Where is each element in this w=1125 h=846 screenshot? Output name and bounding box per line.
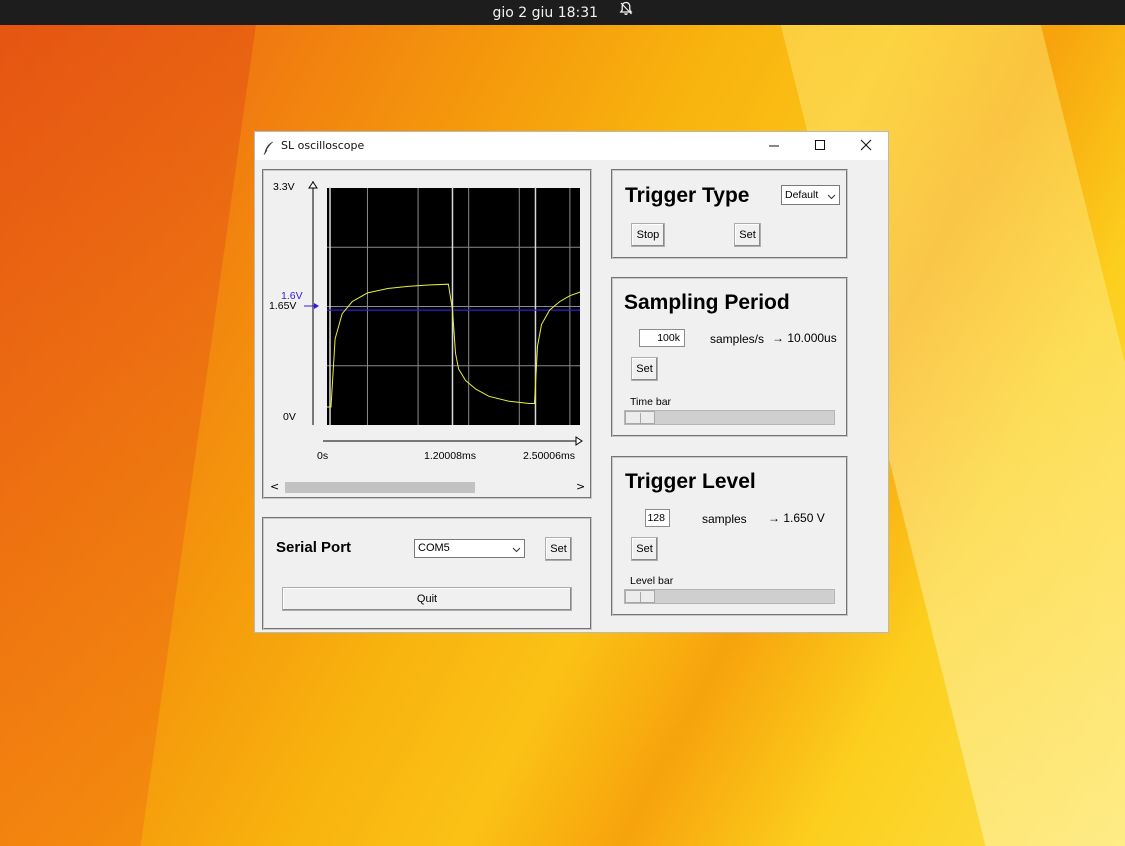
scrollbar-thumb[interactable] [285, 482, 475, 493]
trigger-level-frame: Trigger Level 128 samples → 1.650 V Set … [611, 456, 848, 616]
wallpaper-streak [0, 0, 260, 846]
system-top-bar: gio 2 giu 18:31 [0, 0, 1125, 25]
minimize-button[interactable] [751, 132, 797, 160]
window-title: SL oscilloscope [281, 139, 365, 152]
trigger-type-frame: Trigger Type Default Stop Set [611, 169, 848, 259]
level-bar-label: Level bar [630, 575, 674, 587]
trigger-voltage-result: → 1.650 V [768, 511, 825, 525]
serial-port-title: Serial Port [276, 539, 352, 556]
serial-port-value: COM5 [418, 542, 450, 554]
chevron-down-icon [512, 543, 521, 560]
oscilloscope-plot[interactable]: 3.3V 1.6V 1.65V 0V 0s 1.20008ms 2.50006m… [264, 171, 590, 497]
sampling-period-title: Sampling Period [624, 291, 790, 314]
scope-frame: 3.3V 1.6V 1.65V 0V 0s 1.20008ms 2.50006m… [262, 169, 592, 499]
close-button[interactable] [843, 132, 889, 160]
serial-port-frame: Serial Port COM5 Set Quit [262, 517, 592, 630]
sampling-period-frame: Sampling Period 100k samples/s → 10.000u… [611, 277, 848, 437]
trigger-marker-arrow [314, 303, 319, 309]
trigger-type-value: Default [785, 189, 819, 201]
trigger-samples-input[interactable]: 128 [645, 509, 670, 527]
feather-icon [263, 138, 275, 166]
x-label-start: 0s [317, 450, 328, 462]
level-bar-handle[interactable] [625, 590, 655, 603]
trigger-type-title: Trigger Type [625, 184, 750, 207]
y-label-bottom: 0V [283, 411, 296, 423]
chevron-down-icon [827, 189, 836, 207]
bell-icon[interactable] [619, 0, 633, 25]
time-bar-slider[interactable] [624, 410, 835, 425]
maximize-button[interactable] [797, 132, 843, 160]
sampling-set-button[interactable]: Set [631, 357, 658, 381]
time-bar-handle[interactable] [625, 411, 655, 424]
scroll-right-icon[interactable]: > [576, 479, 585, 495]
trigger-level-title: Trigger Level [625, 470, 756, 493]
trigger-level-set-button[interactable]: Set [631, 537, 658, 561]
y-label-mid: 1.65V [269, 300, 296, 312]
trigger-type-select[interactable]: Default [781, 185, 840, 205]
y-axis-arrow [308, 181, 318, 189]
trigger-type-set-button[interactable]: Set [734, 223, 761, 247]
x-label-mid: 1.20008ms [424, 450, 476, 462]
serial-set-button[interactable]: Set [545, 537, 572, 561]
sample-rate-input[interactable]: 100k [639, 329, 685, 347]
window-titlebar[interactable]: SL oscilloscope [255, 132, 888, 160]
x-axis-arrow [575, 436, 583, 446]
stop-button[interactable]: Stop [631, 223, 665, 247]
serial-port-select[interactable]: COM5 [414, 539, 525, 558]
date-time-label[interactable]: gio 2 giu 18:31 [492, 1, 598, 26]
level-bar-slider[interactable] [624, 589, 835, 604]
y-label-top: 3.3V [273, 181, 295, 193]
x-label-end: 2.50006ms [523, 450, 575, 462]
sampling-period-result: → 10.000us [772, 331, 837, 345]
sample-rate-unit: samples/s [710, 332, 765, 346]
oscilloscope-window: SL oscilloscope 3.3V 1.6V 1.65V 0V 0s 1.… [255, 132, 888, 632]
trigger-samples-unit: samples [702, 512, 747, 526]
horizontal-scrollbar[interactable]: < > [266, 479, 588, 495]
time-bar-label: Time bar [630, 396, 672, 408]
quit-button[interactable]: Quit [282, 587, 572, 611]
scroll-left-icon[interactable]: < [270, 479, 279, 495]
